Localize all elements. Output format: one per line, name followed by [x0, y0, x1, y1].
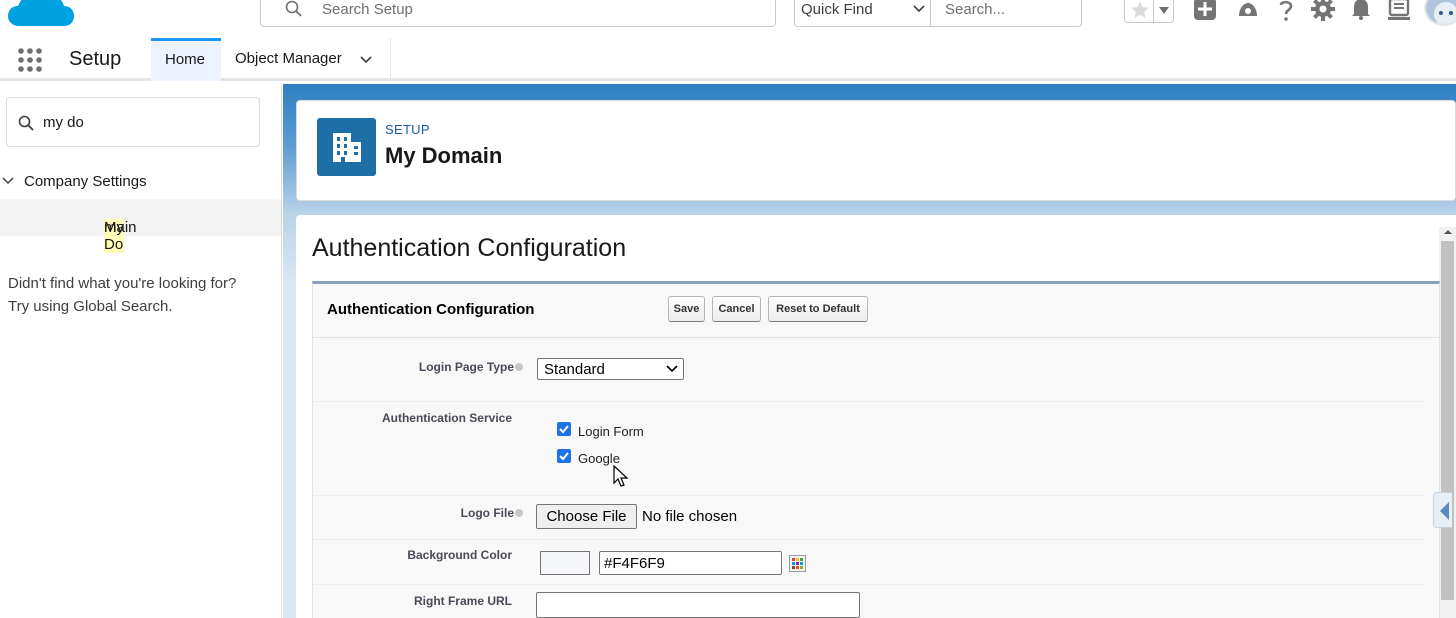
right-frame-url-input[interactable] — [536, 592, 860, 618]
context-bar: Setup Home Object Manager — [0, 38, 1456, 81]
logo-file-label-text: Logo File — [460, 506, 514, 520]
tree-item-my-domain[interactable]: My Do main — [0, 199, 281, 253]
block-header: Authentication Configuration Save Cancel… — [313, 284, 1439, 338]
tab-object-manager[interactable]: Object Manager — [221, 38, 391, 81]
caret-down-icon[interactable] — [1157, 4, 1171, 16]
login-form-checkbox[interactable] — [557, 422, 571, 436]
chevron-down-icon[interactable] — [359, 55, 373, 65]
page-title: My Domain — [385, 143, 503, 168]
salesforce-logo[interactable] — [6, 0, 76, 30]
trailhead-icon[interactable] — [1235, 0, 1261, 22]
gear-icon[interactable] — [1310, 0, 1336, 22]
avatar-image — [1434, 2, 1456, 24]
google-label: Google — [578, 451, 620, 466]
quick-find-input[interactable] — [43, 110, 243, 134]
star-icon[interactable] — [1129, 0, 1151, 21]
background-color-input[interactable] — [599, 551, 782, 575]
quick-find-box[interactable] — [6, 97, 260, 147]
divider — [930, 0, 931, 26]
page-eyebrow: SETUP — [385, 122, 430, 137]
divider — [313, 495, 1425, 496]
main-content: SETUP My Domain Authentication Configura… — [283, 84, 1456, 618]
background-color-label: Background Color — [407, 548, 512, 562]
content-title: Authentication Configuration — [312, 234, 627, 262]
search-icon — [285, 0, 302, 17]
help-icon[interactable] — [515, 509, 523, 517]
search-setup-placeholder: Search Setup — [322, 1, 413, 18]
building-icon — [317, 118, 376, 176]
choose-file-button[interactable]: Choose File — [536, 504, 637, 529]
right-frame-url-label: Right Frame URL — [413, 594, 512, 608]
search-icon — [18, 115, 34, 131]
tab-home[interactable]: Home — [151, 38, 221, 81]
content-card: Authentication Configuration Authenticat… — [296, 215, 1456, 618]
app-name: Setup — [69, 48, 122, 70]
block-title: Authentication Configuration — [327, 301, 535, 318]
mouse-cursor-icon — [613, 465, 629, 487]
chevron-down-icon[interactable] — [912, 4, 926, 14]
not-found-line-1: Didn't find what you're looking for? — [8, 275, 237, 292]
login-page-type-label: Login Page Type — [373, 360, 523, 374]
scrollbar[interactable] — [1439, 227, 1456, 618]
notification-bell-icon[interactable] — [1348, 0, 1374, 22]
scrollbar-thumb[interactable] — [1441, 241, 1454, 600]
chevron-down-icon[interactable] — [2, 176, 14, 186]
setup-sidebar: Company Settings My Domain Didn't find w… — [0, 84, 282, 618]
tree-node-label: Company Settings — [24, 173, 147, 190]
page-header: SETUP My Domain — [296, 100, 1456, 201]
divider — [313, 584, 1425, 585]
reset-to-default-button[interactable]: Reset to Default — [768, 296, 868, 322]
tab-object-manager-label: Object Manager — [235, 50, 342, 67]
scroll-up-arrow-icon[interactable] — [1443, 227, 1453, 237]
avatar[interactable] — [1424, 0, 1456, 26]
login-page-type-select[interactable]: Standard — [537, 358, 684, 380]
chevron-down-icon — [666, 365, 678, 373]
collapse-arrow-icon — [1440, 502, 1449, 520]
search-setup-box[interactable]: Search Setup — [260, 0, 776, 27]
login-page-type-value: Standard — [544, 361, 605, 378]
global-header: Search Setup Quick Find Search... — [0, 0, 1456, 38]
tab-home-label: Home — [165, 51, 206, 68]
google-checkbox[interactable] — [557, 449, 571, 463]
login-page-type-label-text: Login Page Type — [418, 360, 514, 374]
auth-service-label: Authentication Service — [381, 411, 512, 425]
app-launcher-icon[interactable] — [17, 47, 43, 73]
cancel-button[interactable]: Cancel — [712, 296, 761, 322]
login-form-label: Login Form — [578, 424, 644, 439]
add-icon[interactable] — [1192, 0, 1218, 22]
logo-file-label: Logo File — [373, 506, 523, 520]
color-swatch[interactable] — [540, 551, 590, 575]
not-found-line-2: Try using Global Search. — [8, 298, 173, 315]
save-button[interactable]: Save — [668, 296, 705, 322]
side-panel-toggle[interactable] — [1433, 492, 1452, 528]
global-search-input[interactable]: Search... — [945, 1, 1005, 18]
auth-config-block: Authentication Configuration Save Cancel… — [312, 281, 1440, 618]
feed-icon[interactable] — [1386, 0, 1412, 22]
help-icon[interactable] — [515, 363, 523, 371]
divider — [313, 539, 1425, 540]
favorites-group — [1124, 0, 1174, 23]
tree-item-label-rest: main — [104, 219, 137, 236]
quick-find-dropdown[interactable]: Quick Find — [801, 1, 873, 18]
tree-node-company-settings[interactable]: Company Settings — [0, 168, 281, 194]
help-icon[interactable] — [1273, 0, 1299, 22]
divider — [313, 401, 1425, 402]
color-picker-icon[interactable] — [789, 555, 806, 572]
no-file-text: No file chosen — [642, 508, 738, 525]
divider — [1153, 0, 1154, 22]
not-found-message: Didn't find what you're looking for? Try… — [8, 272, 268, 318]
global-search-group: Quick Find Search... — [794, 0, 1082, 27]
